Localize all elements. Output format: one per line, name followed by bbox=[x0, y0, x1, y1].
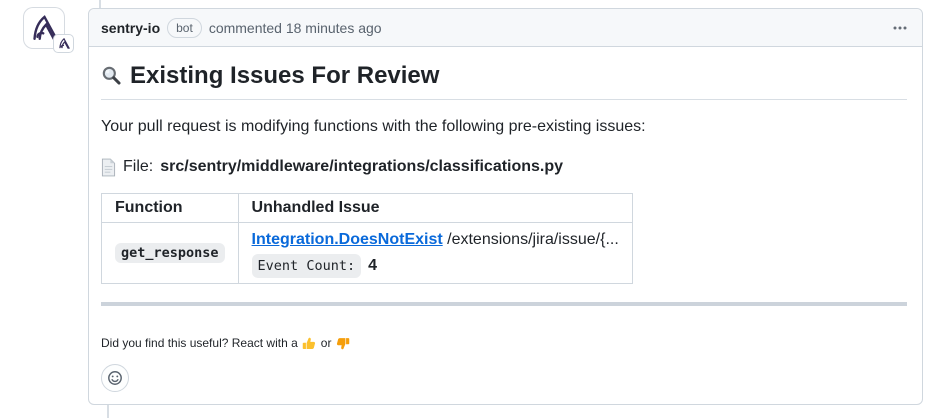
feedback-conjunction: or bbox=[321, 336, 332, 351]
sentry-logo-icon bbox=[58, 38, 70, 49]
feedback-prompt: Did you find this useful? React with a o… bbox=[101, 336, 907, 351]
comment-author[interactable]: sentry-io bbox=[101, 20, 160, 36]
comment-options-button[interactable] bbox=[890, 16, 910, 40]
sentry-bot-avatar[interactable] bbox=[24, 8, 64, 48]
page-icon bbox=[101, 158, 116, 177]
magnifier-icon bbox=[101, 65, 122, 86]
event-count-label: Event Count: bbox=[252, 254, 362, 278]
intro-text: Your pull request is modifying functions… bbox=[101, 115, 907, 139]
comment-body: Existing Issues For Review Your pull req… bbox=[89, 47, 922, 392]
sentry-app-badge bbox=[53, 34, 74, 53]
file-path: src/sentry/middleware/integrations/class… bbox=[160, 155, 563, 179]
file-label: File: bbox=[123, 155, 153, 179]
comment-header: sentry-io bot commented 18 minutes ago bbox=[89, 9, 922, 47]
issue-cell: Integration.DoesNotExist /extensions/jir… bbox=[238, 223, 632, 284]
smiley-icon bbox=[107, 370, 123, 386]
column-header-issue: Unhandled Issue bbox=[238, 194, 632, 223]
comment-card: sentry-io bot commented 18 minutes ago E… bbox=[88, 8, 923, 405]
divider bbox=[101, 302, 907, 306]
bot-badge: bot bbox=[167, 18, 202, 38]
column-header-function: Function bbox=[102, 194, 239, 223]
header-caret bbox=[88, 20, 89, 36]
kebab-icon bbox=[892, 20, 908, 36]
event-count-value: 4 bbox=[368, 256, 377, 276]
issues-table: Function Unhandled Issue get_response In… bbox=[101, 193, 633, 284]
comment-timestamp[interactable]: commented 18 minutes ago bbox=[209, 20, 382, 36]
issue-path: /extensions/jira/issue/{... bbox=[447, 231, 619, 248]
file-line: File: src/sentry/middleware/integrations… bbox=[101, 155, 907, 179]
comment-title: Existing Issues For Review bbox=[101, 61, 907, 100]
issue-link[interactable]: Integration.DoesNotExist bbox=[252, 231, 443, 248]
title-text: Existing Issues For Review bbox=[130, 61, 439, 90]
table-row: get_response Integration.DoesNotExist /e… bbox=[102, 223, 633, 284]
feedback-text: Did you find this useful? React with a bbox=[101, 336, 298, 351]
function-cell: get_response bbox=[102, 223, 239, 284]
function-name: get_response bbox=[115, 243, 225, 263]
thumbs-down-icon bbox=[335, 336, 350, 351]
add-reaction-button[interactable] bbox=[101, 364, 129, 392]
table-header-row: Function Unhandled Issue bbox=[102, 194, 633, 223]
timeline-rail-bottom bbox=[107, 405, 109, 418]
thumbs-up-icon bbox=[302, 336, 317, 351]
